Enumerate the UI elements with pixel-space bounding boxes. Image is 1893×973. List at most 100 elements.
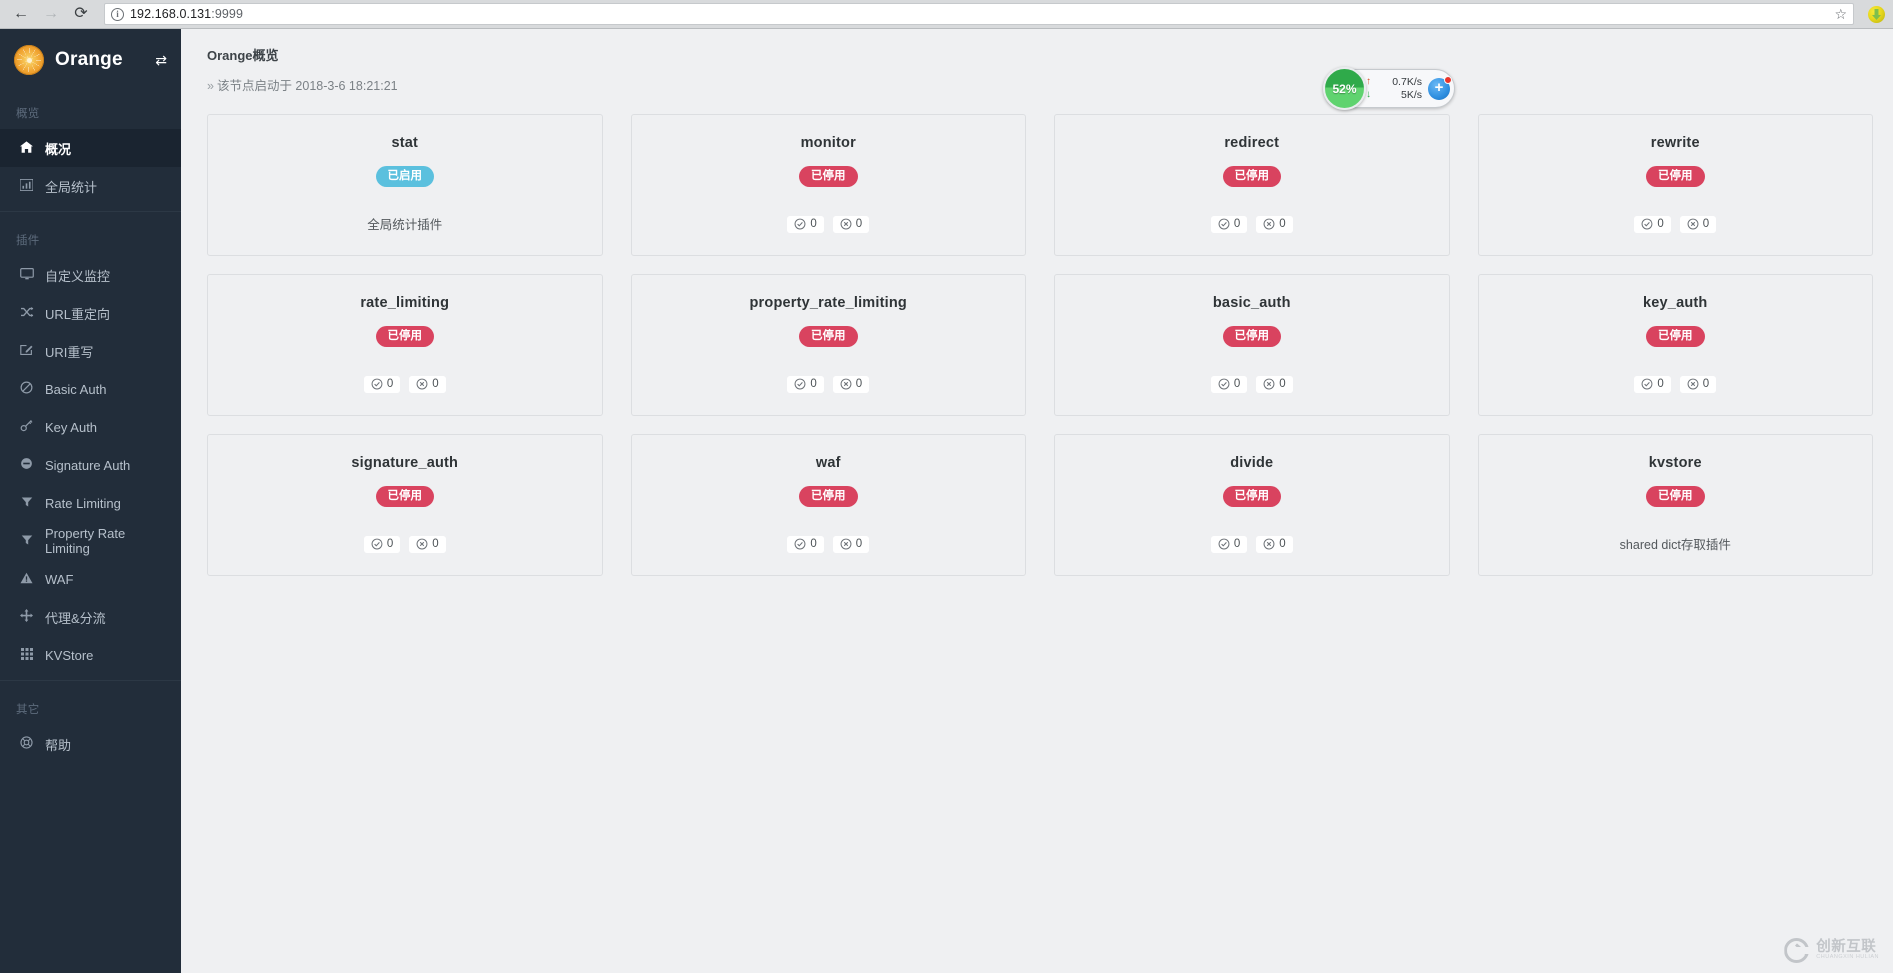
plugin-status-badge[interactable]: 已停用 bbox=[799, 326, 858, 348]
failure-count: 0 bbox=[1279, 218, 1286, 230]
site-info-icon[interactable]: i bbox=[111, 7, 124, 21]
sidebar-item-waf[interactable]: WAF bbox=[0, 560, 181, 598]
bar-chart-icon bbox=[19, 178, 34, 194]
plugin-card[interactable]: stat 已启用 全局统计插件 bbox=[207, 114, 603, 256]
extension-icon[interactable] bbox=[1868, 5, 1885, 23]
filter-icon bbox=[19, 534, 34, 549]
success-counter[interactable]: 0 bbox=[787, 536, 824, 553]
x-circle-icon bbox=[840, 218, 852, 230]
plugin-status-badge[interactable]: 已停用 bbox=[1222, 486, 1281, 508]
sidebar-item-global-stats[interactable]: 全局统计 bbox=[0, 167, 181, 205]
plugin-status-badge[interactable]: 已停用 bbox=[1646, 486, 1705, 508]
brand-header[interactable]: Orange ⇄ bbox=[0, 29, 181, 91]
plugin-card-title: waf bbox=[815, 455, 841, 471]
check-circle-icon bbox=[794, 378, 806, 390]
sidebar-item-help[interactable]: 帮助 bbox=[0, 725, 181, 763]
failure-counter[interactable]: 0 bbox=[1679, 376, 1717, 393]
ban-icon bbox=[19, 381, 34, 397]
add-button[interactable]: + bbox=[1428, 75, 1452, 100]
success-counter[interactable]: 0 bbox=[1210, 536, 1248, 553]
failure-counter[interactable]: 0 bbox=[832, 216, 870, 233]
bookmark-star-icon[interactable]: ☆ bbox=[1834, 6, 1847, 23]
failure-counter[interactable]: 0 bbox=[1256, 536, 1293, 553]
sidebar-item-kvstore[interactable]: KVStore bbox=[0, 636, 181, 674]
page-subtitle: » 该节点启动于 2018-3-6 18:21:21 bbox=[207, 75, 1873, 94]
sidebar-item-basic-auth[interactable]: Basic Auth bbox=[0, 370, 181, 408]
sidebar-item-signature-auth[interactable]: Signature Auth bbox=[0, 446, 181, 484]
success-counter[interactable]: 0 bbox=[787, 376, 824, 393]
address-bar[interactable]: i 192.168.0.131:9999 ☆ bbox=[104, 3, 1854, 25]
reload-button[interactable]: ⟳ bbox=[68, 2, 94, 26]
sidebar-item-uri-rewrite[interactable]: URI重写 bbox=[0, 332, 181, 370]
sidebar-item-label: Property Rate Limiting bbox=[45, 526, 126, 556]
sidebar-item-url-redirect[interactable]: URL重定向 bbox=[0, 294, 181, 332]
network-monitor-widget[interactable]: 52% ↑ 0.7K/s ↓ 5K/s + bbox=[1323, 67, 1455, 110]
failure-counter[interactable]: 0 bbox=[1679, 216, 1717, 233]
success-counter[interactable]: 0 bbox=[363, 536, 401, 553]
plugin-card[interactable]: rate_limiting 已停用 0 0 bbox=[207, 274, 603, 416]
plugin-status-badge[interactable]: 已停用 bbox=[1222, 326, 1281, 348]
sidebar-item-proxy-divide[interactable]: 代理&分流 bbox=[0, 598, 181, 636]
x-circle-icon bbox=[416, 538, 428, 550]
sidebar-item-key-auth[interactable]: Key Auth bbox=[0, 408, 181, 446]
plugin-status-badge[interactable]: 已停用 bbox=[1646, 166, 1705, 188]
back-button[interactable]: ← bbox=[8, 2, 34, 26]
success-count: 0 bbox=[1233, 378, 1241, 390]
success-count: 0 bbox=[386, 538, 394, 550]
plugin-counters: 00 bbox=[363, 536, 446, 553]
nav-section-overview-label: 概览 bbox=[16, 108, 40, 120]
plugin-status-badge[interactable]: 已停用 bbox=[799, 166, 858, 188]
failure-counter[interactable]: 0 bbox=[1256, 376, 1293, 393]
sidebar-item-label: Signature Auth bbox=[45, 457, 131, 473]
check-circle-icon bbox=[794, 538, 806, 550]
forward-button[interactable]: → bbox=[38, 2, 64, 26]
sidebar-item-overview[interactable]: 概况 bbox=[0, 129, 181, 167]
plugin-card[interactable]: redirect 已停用 0 0 bbox=[1054, 114, 1450, 256]
plugin-card[interactable]: kvstore 已停用 shared dict存取插件 bbox=[1477, 434, 1873, 576]
success-count: 0 bbox=[810, 378, 817, 390]
plugin-card[interactable]: waf 已停用 0 0 bbox=[630, 434, 1026, 576]
orange-logo-icon bbox=[14, 45, 44, 75]
x-circle-icon bbox=[1687, 378, 1699, 390]
plugin-card[interactable]: signature_auth 已停用 0 0 bbox=[207, 434, 603, 576]
success-counter[interactable]: 0 bbox=[1634, 216, 1671, 233]
check-circle-icon bbox=[1218, 218, 1230, 230]
success-counter[interactable]: 0 bbox=[787, 216, 824, 233]
main-content: Orange概览 » 该节点启动于 2018-3-6 18:21:21 stat 已… bbox=[181, 29, 1893, 973]
plugin-card[interactable]: key_auth 已停用 0 0 bbox=[1477, 274, 1873, 416]
success-counter[interactable]: 0 bbox=[1210, 376, 1248, 393]
plugin-card[interactable]: monitor 已停用 0 0 bbox=[630, 114, 1026, 256]
edit-square-icon bbox=[19, 344, 34, 359]
check-circle-icon bbox=[794, 218, 806, 230]
success-counter[interactable]: 0 bbox=[1210, 216, 1248, 233]
plugin-status-badge[interactable]: 已停用 bbox=[375, 326, 434, 348]
upload-rate-value: 0.7K/s bbox=[1392, 76, 1422, 88]
plugin-counters: 00 bbox=[1210, 376, 1293, 393]
failure-counter[interactable]: 0 bbox=[832, 376, 870, 393]
failure-counter[interactable]: 0 bbox=[409, 376, 446, 393]
plugin-status-badge[interactable]: 已启用 bbox=[375, 166, 434, 188]
sidebar-item-property-rate-limiting[interactable]: Property Rate Limiting bbox=[0, 522, 181, 560]
failure-counter[interactable]: 0 bbox=[832, 536, 870, 553]
plugin-status-badge[interactable]: 已停用 bbox=[799, 486, 858, 508]
sidebar-item-rate-limiting[interactable]: Rate Limiting bbox=[0, 484, 181, 522]
plugin-status-badge[interactable]: 已停用 bbox=[375, 486, 434, 508]
plugin-counters: 00 bbox=[1210, 216, 1293, 233]
sidebar-toggle-icon[interactable]: ⇄ bbox=[155, 53, 167, 67]
shuffle-icon bbox=[19, 306, 34, 321]
success-counter[interactable]: 0 bbox=[363, 376, 401, 393]
success-counter[interactable]: 0 bbox=[1634, 376, 1671, 393]
sidebar-item-custom-monitor[interactable]: 自定义监控 bbox=[0, 256, 181, 294]
failure-counter[interactable]: 0 bbox=[1256, 216, 1293, 233]
plugin-card[interactable]: basic_auth 已停用 0 0 bbox=[1054, 274, 1450, 416]
sidebar-item-label: WAF bbox=[45, 571, 74, 587]
plugin-card-description: shared dict存取插件 bbox=[1619, 538, 1731, 552]
plugin-card[interactable]: rewrite 已停用 0 0 bbox=[1477, 114, 1873, 256]
plugin-card[interactable]: property_rate_limiting 已停用 0 0 bbox=[630, 274, 1026, 416]
nav-section-plugins-label: 插件 bbox=[16, 235, 40, 247]
plugin-status-badge[interactable]: 已停用 bbox=[1222, 166, 1281, 188]
plugin-card[interactable]: divide 已停用 0 0 bbox=[1054, 434, 1450, 576]
plugin-status-badge[interactable]: 已停用 bbox=[1646, 326, 1705, 348]
failure-counter[interactable]: 0 bbox=[409, 536, 446, 553]
plugin-counters: 00 bbox=[787, 376, 870, 393]
